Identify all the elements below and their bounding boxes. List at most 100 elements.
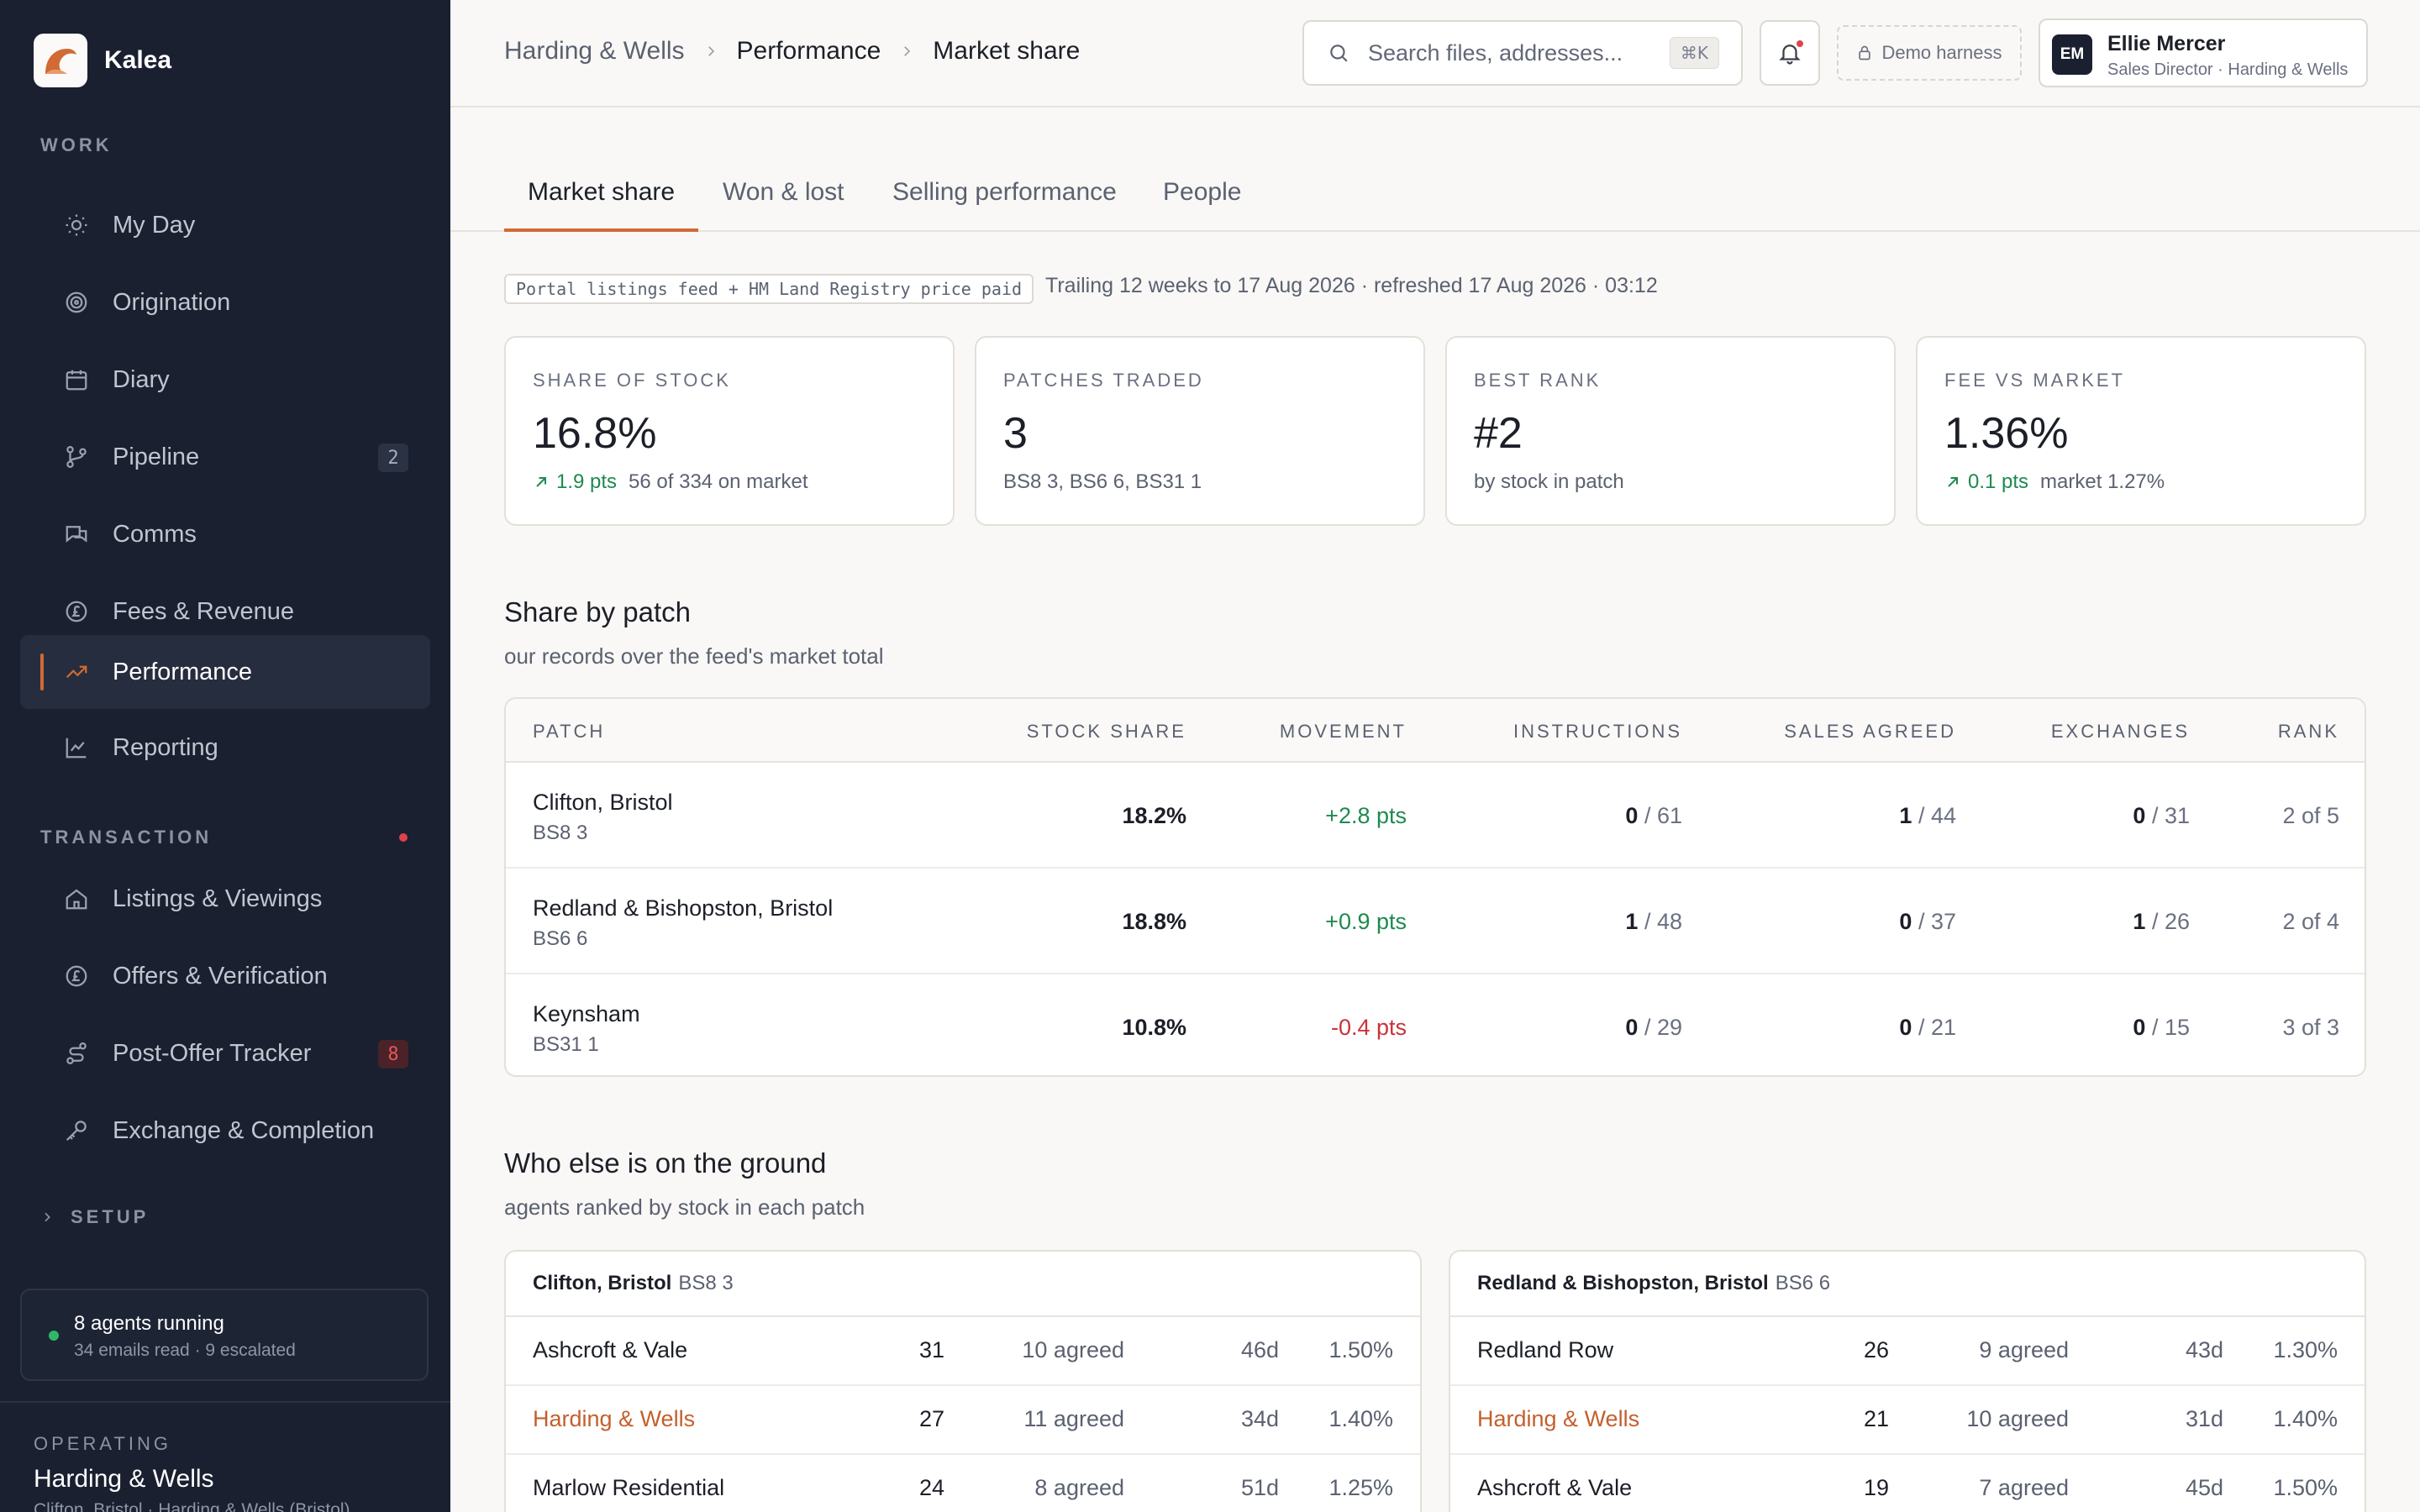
- top-bar: Harding & Wells Performance Market share…: [450, 0, 2420, 108]
- instructions: 0 / 61: [1625, 803, 1682, 829]
- setup-toggle[interactable]: SETUP: [40, 1206, 149, 1228]
- chat-icon: [62, 520, 91, 549]
- demo-harness-button[interactable]: Demo harness: [1837, 25, 2022, 81]
- stock-share: 10.8%: [1122, 1015, 1186, 1041]
- list-item[interactable]: Marlow Residential 24 8 agreed 51d 1.25%: [506, 1455, 1420, 1512]
- sidebar-item-label: Comms: [113, 520, 197, 548]
- column-header[interactable]: STOCK SHARE: [1027, 721, 1186, 743]
- sidebar-item-diary[interactable]: Diary: [20, 343, 430, 417]
- table-row[interactable]: Keynsham BS31 1 10.8% -0.4 pts 0 / 29 0 …: [506, 976, 2365, 1075]
- column-header[interactable]: SALES AGREED: [1784, 721, 1956, 743]
- status-dot-icon: [49, 1331, 59, 1341]
- kpi-value: 1.36%: [1944, 409, 2069, 458]
- breadcrumb-item-performance[interactable]: Performance: [737, 37, 881, 66]
- notification-dot: [1795, 39, 1805, 49]
- list-item[interactable]: Harding & Wells 27 11 agreed 34d 1.40%: [506, 1386, 1420, 1455]
- home-icon: [62, 885, 91, 913]
- sidebar-item-my-day[interactable]: My Day: [20, 188, 430, 262]
- rank-value: 3 of 3: [2282, 1015, 2339, 1040]
- column-header[interactable]: INSTRUCTIONS: [1513, 721, 1682, 743]
- agent-stock: 31: [918, 1337, 944, 1362]
- search-icon: [1326, 40, 1351, 66]
- table-row[interactable]: Redland & Bishopston, Bristol BS6 6 18.8…: [506, 870, 2365, 974]
- kpi-sub-text: by stock in patch: [1474, 470, 1624, 493]
- instructions: 0 / 29: [1625, 1015, 1682, 1041]
- user-menu[interactable]: EM Ellie Mercer Sales Director · Harding…: [2039, 18, 2368, 87]
- brand[interactable]: Kalea: [34, 34, 171, 87]
- list-item[interactable]: Redland Row 26 9 agreed 43d 1.30%: [1450, 1317, 2365, 1386]
- sidebar-item-label: Pipeline: [113, 443, 200, 470]
- list-item[interactable]: Harding & Wells 21 10 agreed 31d 1.40%: [1450, 1386, 2365, 1455]
- tab-won-lost[interactable]: Won & lost: [723, 178, 844, 232]
- kpi-label: PATCHES TRADED: [1003, 370, 1204, 391]
- kpi-label: SHARE OF STOCK: [533, 370, 731, 391]
- patch-name: Redland & Bishopston, Bristol: [533, 895, 834, 921]
- sidebar-item-listings-viewings[interactable]: Listings & Viewings: [20, 862, 430, 936]
- column-header[interactable]: MOVEMENT: [1280, 721, 1407, 743]
- operating-label: OPERATING: [34, 1433, 171, 1454]
- table-row[interactable]: Clifton, Bristol BS8 3 18.2% +2.8 pts 0 …: [506, 764, 2365, 869]
- column-header[interactable]: EXCHANGES: [2051, 721, 2190, 743]
- tab-selling-performance[interactable]: Selling performance: [892, 178, 1117, 232]
- sidebar-item-pipeline[interactable]: Pipeline 2: [20, 420, 430, 494]
- agent-stock: 21: [1863, 1406, 1889, 1431]
- instructions-ours: 0: [1625, 803, 1639, 828]
- arrow-up-right-icon: [533, 474, 556, 491]
- rank-value: 2 of 4: [2282, 909, 2339, 934]
- key-icon: [62, 1116, 91, 1145]
- column-header[interactable]: PATCH: [533, 721, 605, 743]
- exchanges-ours: 0: [2133, 1015, 2146, 1040]
- patch-name: Keynsham: [533, 1001, 640, 1026]
- agents-status[interactable]: 8 agents running 34 emails read · 9 esca…: [20, 1289, 429, 1381]
- sidebar-item-label: Exchange & Completion: [113, 1116, 375, 1144]
- kpi-delta: 1.9 pts: [533, 470, 617, 494]
- agent-fee: 1.25%: [1328, 1475, 1393, 1500]
- sales-agreed-total: / 21: [1912, 1015, 1956, 1040]
- data-source-chip: Portal listings feed + HM Land Registry …: [504, 274, 1034, 304]
- patch-name: Clifton, Bristol: [533, 1272, 672, 1294]
- table-header: PATCH STOCK SHARE MOVEMENT INSTRUCTIONS …: [506, 699, 2365, 763]
- sidebar-item-comms[interactable]: Comms: [20, 497, 430, 571]
- search-input[interactable]: Search files, addresses... ⌘K: [1302, 20, 1743, 86]
- setup-label: SETUP: [71, 1206, 150, 1227]
- list-item[interactable]: Ashcroft & Vale 19 7 agreed 45d 1.50%: [1450, 1455, 2365, 1512]
- agent-days: 34d: [1240, 1406, 1279, 1431]
- sidebar-item-reporting[interactable]: Reporting: [20, 711, 430, 785]
- kalea-logo-icon: [34, 34, 87, 87]
- patch-name: Clifton, Bristol: [533, 790, 673, 815]
- agent-name: Marlow Residential: [533, 1475, 725, 1500]
- column-header[interactable]: RANK: [2278, 721, 2339, 743]
- sidebar-item-label: Reporting: [113, 733, 218, 761]
- sales-agreed-ours: 0: [1899, 1015, 1912, 1040]
- sidebar-item-performance[interactable]: Performance: [20, 635, 430, 709]
- patch-code: BS31 1: [533, 1033, 599, 1056]
- kpi-card-best-rank: BEST RANK #2 by stock in patch: [1445, 336, 1896, 526]
- sidebar-item-label: Origination: [113, 288, 231, 316]
- target-icon: [62, 288, 91, 317]
- sidebar-item-offers-verification[interactable]: Offers & Verification: [20, 939, 430, 1013]
- agent-agreed: 11 agreed: [1023, 1406, 1124, 1431]
- agents-sub: 34 emails read · 9 escalated: [74, 1341, 296, 1360]
- sidebar-item-post-offer-tracker[interactable]: Post-Offer Tracker 8: [20, 1016, 430, 1090]
- sidebar-item-exchange-completion[interactable]: Exchange & Completion: [20, 1094, 430, 1168]
- sidebar-item-origination[interactable]: Origination: [20, 265, 430, 339]
- data-freshness-note: Trailing 12 weeks to 17 Aug 2026 · refre…: [1045, 274, 1658, 297]
- tab-people[interactable]: People: [1163, 178, 1241, 232]
- transaction-alert-dot: [399, 833, 408, 842]
- operating-name[interactable]: Harding & Wells: [34, 1465, 214, 1494]
- agent-fee: 1.30%: [2273, 1337, 2338, 1362]
- exchanges-total: / 26: [2145, 909, 2190, 934]
- instructions-ours: 0: [1625, 1015, 1639, 1040]
- chevron-right-icon: [899, 39, 914, 65]
- tab-market-share[interactable]: Market share: [504, 178, 699, 232]
- sales-agreed-ours: 1: [1899, 803, 1912, 828]
- search-shortcut: ⌘K: [1669, 37, 1719, 69]
- list-item[interactable]: Ashcroft & Vale 31 10 agreed 46d 1.50%: [506, 1317, 1420, 1386]
- breadcrumb-item-firm[interactable]: Harding & Wells: [504, 37, 685, 66]
- agent-agreed: 10 agreed: [1022, 1337, 1124, 1362]
- section-subtitle: our records over the feed's market total: [504, 643, 884, 669]
- breadcrumb: Harding & Wells Performance Market share: [504, 37, 1080, 66]
- notifications-button[interactable]: [1760, 20, 1820, 86]
- stock-share: 18.8%: [1122, 909, 1186, 935]
- movement-value: -0.4 pts: [1330, 1015, 1407, 1040]
